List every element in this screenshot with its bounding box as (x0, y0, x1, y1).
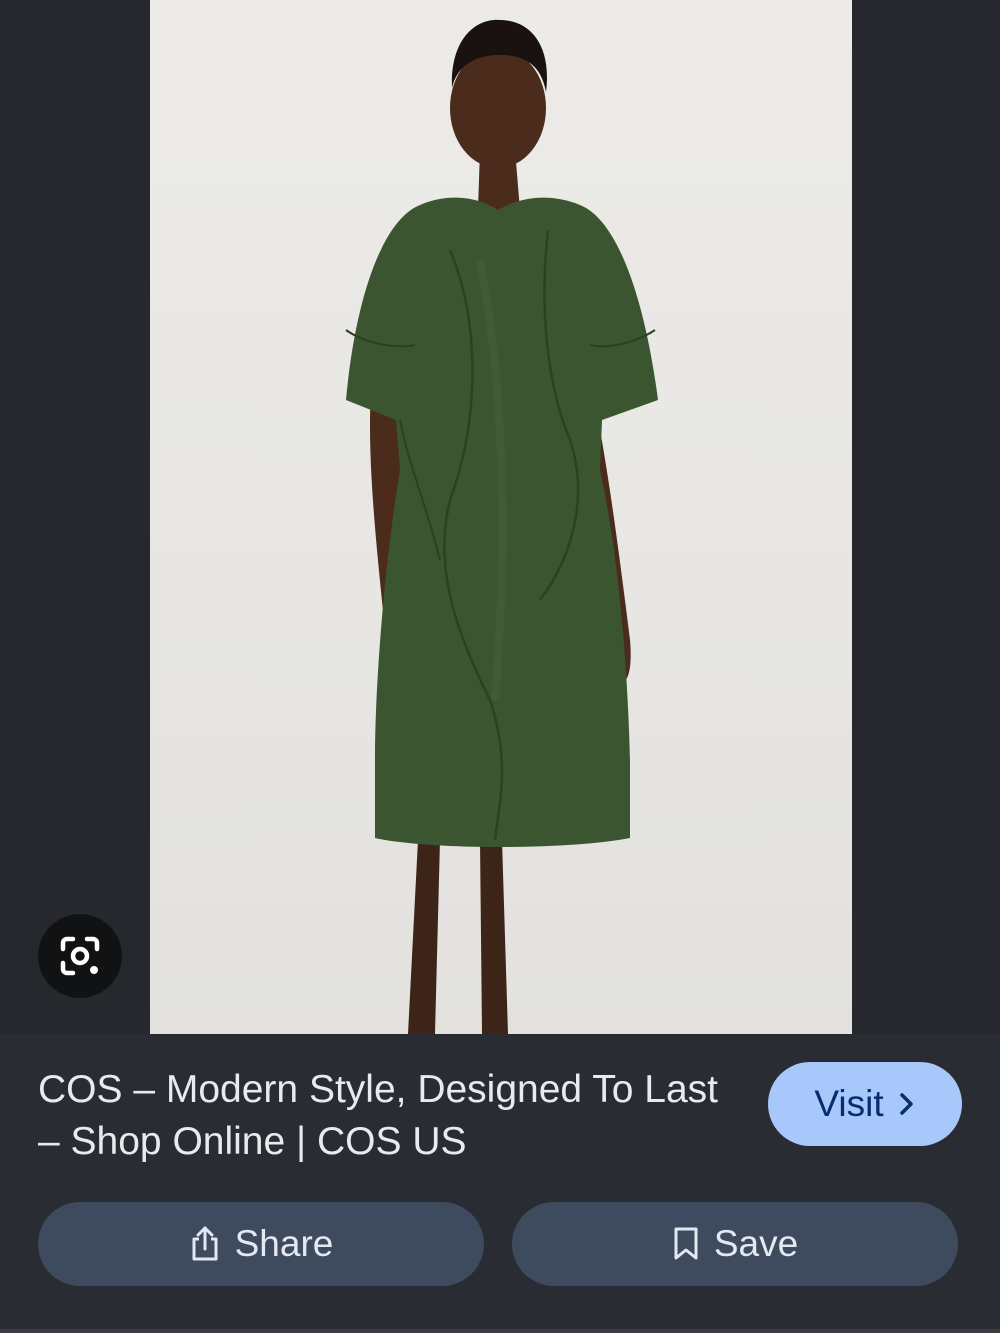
share-button[interactable]: Share (38, 1202, 484, 1286)
share-button-label: Share (234, 1223, 334, 1264)
model-in-green-dress-illustration (345, 19, 658, 1034)
share-icon (192, 1226, 218, 1261)
result-info-panel: COS – Modern Style, Designed To Last – S… (0, 1034, 1000, 1333)
visit-button-label: Visit (814, 1083, 884, 1124)
google-lens-icon (60, 936, 100, 976)
image-viewer (0, 0, 1000, 1034)
bookmark-icon (674, 1227, 698, 1260)
visit-button[interactable]: Visit (768, 1062, 962, 1146)
save-button-label: Save (713, 1223, 799, 1264)
chevron-right-icon (899, 1093, 913, 1115)
bottom-edge (0, 1329, 1000, 1333)
product-photo[interactable] (150, 0, 852, 1034)
google-lens-button[interactable] (38, 914, 122, 998)
result-title[interactable]: COS – Modern Style, Designed To Last – S… (38, 1064, 728, 1168)
save-button[interactable]: Save (512, 1202, 958, 1286)
